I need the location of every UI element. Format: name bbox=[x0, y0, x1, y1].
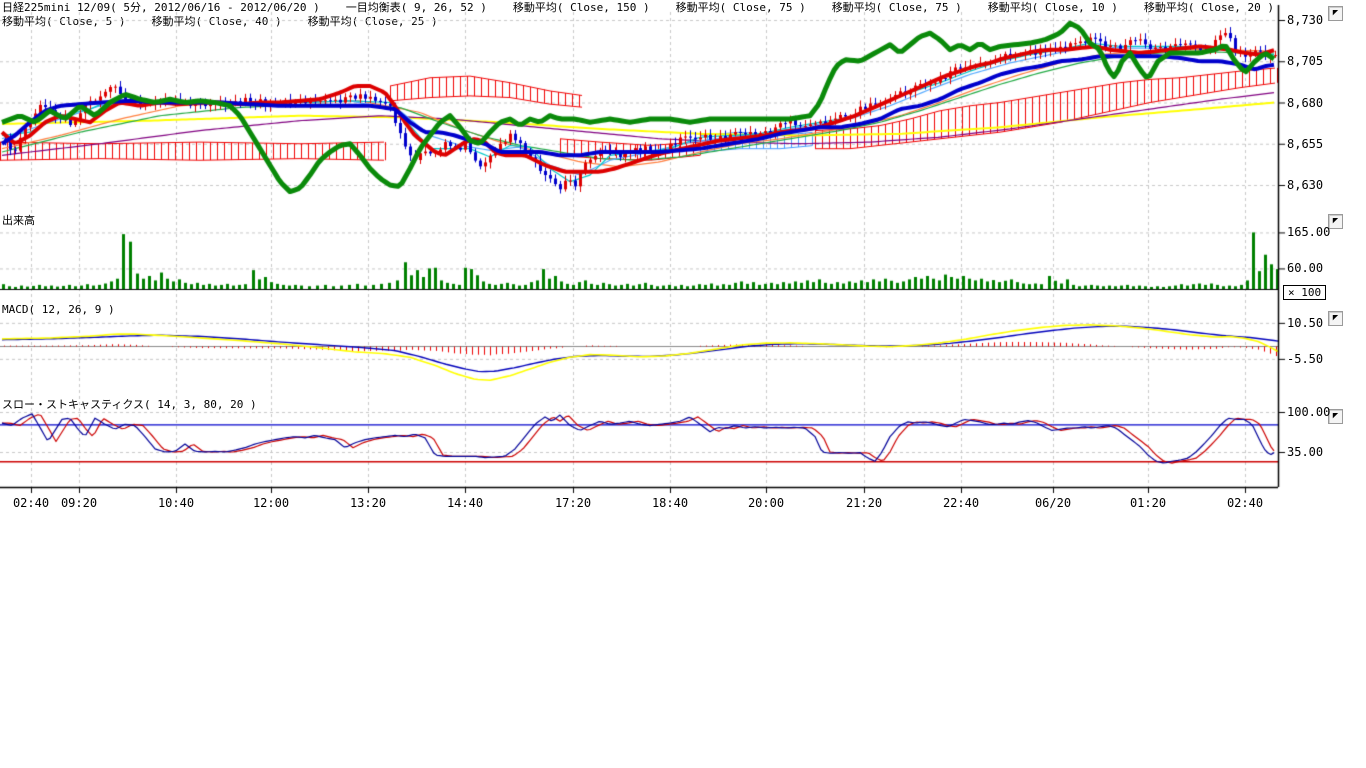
time-axis-label: 06/20 bbox=[1035, 496, 1071, 510]
chart-plot-canvas[interactable] bbox=[0, 0, 1300, 494]
chart-window: 日経225mini 12/09( 5分, 2012/06/16 - 2012/0… bbox=[0, 0, 1366, 768]
volume-axis-label: 165.00 bbox=[1287, 226, 1330, 238]
time-axis-label: 02:40 bbox=[13, 496, 49, 510]
time-axis-label: 18:40 bbox=[652, 496, 688, 510]
time-axis-label: 20:00 bbox=[748, 496, 784, 510]
volume-axis-label: 60.00 bbox=[1287, 262, 1323, 274]
time-axis-label: 01:20 bbox=[1130, 496, 1166, 510]
stochastics-pane-label: スロー・ストキャスティクス( 14, 3, 80, 20 ) bbox=[2, 396, 257, 412]
volume-pane-label: 出来高 bbox=[2, 212, 35, 228]
price-axis-label: 8,655 bbox=[1287, 138, 1323, 150]
volume-multiplier-badge: × 100 bbox=[1283, 285, 1326, 300]
macd-axis-label: -5.50 bbox=[1287, 353, 1323, 365]
price-axis-label: 8,680 bbox=[1287, 97, 1323, 109]
time-axis-label: 14:40 bbox=[447, 496, 483, 510]
time-axis-label: 21:20 bbox=[846, 496, 882, 510]
time-axis-label: 17:20 bbox=[555, 496, 591, 510]
price-axis-label: 8,705 bbox=[1287, 55, 1323, 67]
macd-axis-label: 10.50 bbox=[1287, 317, 1323, 329]
time-axis-label: 22:40 bbox=[943, 496, 979, 510]
price-axis-label: 8,730 bbox=[1287, 14, 1323, 26]
time-axis-label: 09:20 bbox=[61, 496, 97, 510]
macd-pane-collapse-arrow-icon[interactable]: ◤ bbox=[1328, 311, 1343, 326]
stoch-axis-label: 35.00 bbox=[1287, 446, 1323, 458]
price-axis-label: 8,630 bbox=[1287, 179, 1323, 191]
time-axis-label: 02:40 bbox=[1227, 496, 1263, 510]
macd-pane-label: MACD( 12, 26, 9 ) bbox=[2, 303, 115, 316]
time-axis-label: 13:20 bbox=[350, 496, 386, 510]
stoch-axis-label: 100.00 bbox=[1287, 406, 1330, 418]
time-axis-label: 12:00 bbox=[253, 496, 289, 510]
time-axis-label: 10:40 bbox=[158, 496, 194, 510]
main-pane-collapse-arrow-icon[interactable]: ◤ bbox=[1328, 6, 1343, 21]
